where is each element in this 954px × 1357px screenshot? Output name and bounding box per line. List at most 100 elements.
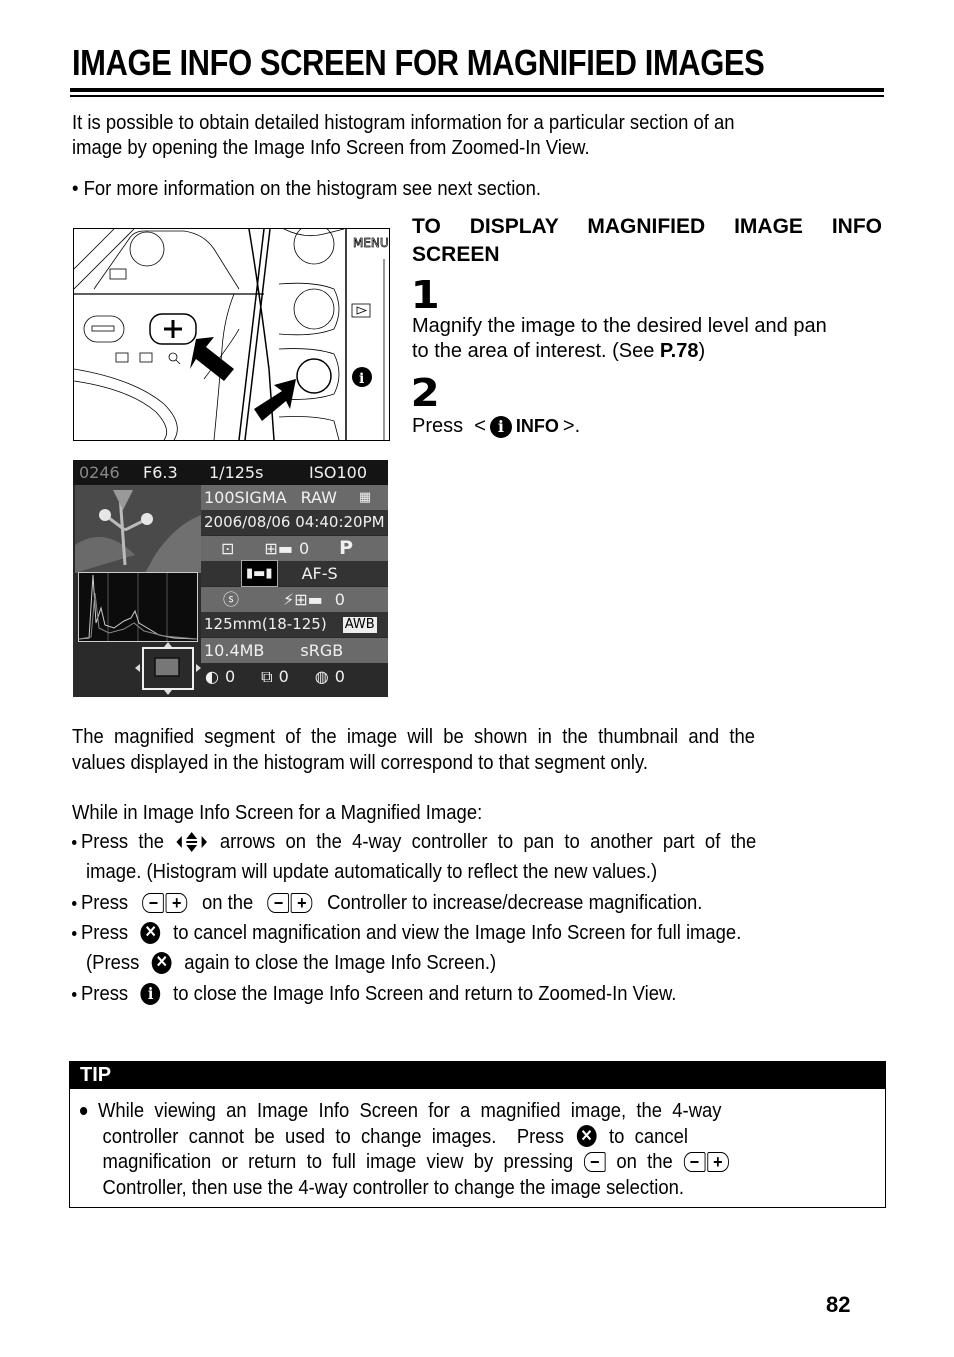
bullet-text: on the [201, 891, 254, 914]
frame-number: 0246 [79, 463, 120, 482]
heading-line: SCREEN [412, 243, 500, 266]
intro-note: • For more information on the histogram … [72, 177, 541, 200]
bullet-text: to cancel magnification and view the Ima… [173, 921, 742, 944]
lcd-row-lens: 125mm(18-125) AWB [201, 612, 388, 637]
histogram [78, 572, 198, 642]
camera-illustration: MENU i [73, 228, 390, 441]
lcd-row-settings: ◐ 0 ⧉ 0 ◍ 0 [201, 664, 388, 689]
step-line: Magnify the image to the desired level a… [412, 315, 827, 337]
minus-button-icon: − [583, 1151, 606, 1172]
file-size: 10.4MB [204, 641, 265, 660]
step-line: to the area of interest. (See P.78) [412, 339, 882, 364]
bullet-icon [72, 930, 77, 936]
exposure-mode: P [339, 537, 354, 559]
sharpness-value: 0 [278, 667, 289, 686]
saturation-value: 0 [334, 667, 345, 686]
step-text: Press < [412, 415, 486, 437]
lcd-row-af: ▮▬▮ AF-S [201, 560, 388, 587]
tip-text: magnification or return to full image vi… [102, 1150, 574, 1173]
magnified-segment-paragraph: The magnified segment of the image will … [72, 724, 882, 776]
bullet-text: image. (Histogram will update automatica… [86, 860, 658, 883]
step-number-2: 2 [410, 371, 440, 415]
tip-line: controller cannot be used to change imag… [80, 1124, 868, 1150]
tip-text: on the [616, 1150, 673, 1173]
tip-text: While viewing an Image Info Screen for a… [98, 1099, 722, 1122]
tip-label: TIP [70, 1062, 885, 1089]
shutter-speed: 1/125s [209, 463, 264, 482]
step-text: >. [562, 415, 581, 437]
bullet-cancel: Press ✕ to cancel magnification and view… [72, 920, 741, 946]
tip-text: controller cannot be used to change imag… [102, 1124, 565, 1148]
exposure-comp-icon: ⊞▬ [264, 539, 293, 558]
color-space: sRGB [300, 641, 344, 660]
lcd-top-bar: 0246 F6.3 1/125s ISO100 [73, 460, 388, 485]
bullet-icon [72, 991, 77, 997]
heading-line: TO DISPLAY MAGNIFIED IMAGE INFO [412, 215, 882, 238]
step-number-1: 1 [410, 273, 440, 317]
para-line: values displayed in the histogram will c… [72, 751, 649, 774]
thumbnail [75, 485, 201, 573]
steps-heading: TO DISPLAY MAGNIFIED IMAGE INFO SCREEN [412, 213, 882, 269]
intro-paragraph: It is possible to obtain detailed histog… [72, 110, 882, 160]
exposure-comp-value: 0 [298, 539, 310, 558]
menu-label: MENU [353, 236, 389, 250]
title-rule-thin [70, 95, 884, 97]
info-icon: i [489, 415, 512, 438]
page-reference-link[interactable]: P.78 [660, 340, 699, 362]
step-text: to the area of interest. (See [412, 340, 660, 362]
minus-plus-buttons-icon: − + [142, 893, 188, 913]
focal-length: 125mm(18-125) [204, 615, 327, 633]
bullet-text: Press [81, 921, 129, 944]
lcd-row-filesize: 10.4MB sRGB [201, 638, 388, 663]
flash-icon: ⓢ [223, 590, 240, 609]
title-rule-thick [70, 88, 884, 92]
contrast-value: 0 [224, 667, 236, 686]
flash-comp-icon: ⚡⊞▬ [283, 590, 323, 609]
tip-line: Controller, then use the 4-way controlle… [102, 1175, 685, 1199]
lcd-row-flash: ⓢ ⚡⊞▬ 0 [201, 587, 388, 612]
file-format: RAW [300, 488, 337, 507]
image-info-lcd: 0246 F6.3 1/125s ISO100 100SIGMA RAW ▦ 2… [73, 460, 388, 697]
bullet-text: Controller to increase/decrease magnific… [327, 891, 703, 914]
bullet-icon [72, 839, 77, 845]
bullet-text: again to close the Image Info Screen.) [184, 951, 497, 974]
bullet-text: Press the [81, 830, 165, 853]
page-number: 82 [826, 1292, 851, 1317]
bullet-icon [72, 900, 77, 906]
bullet-text: (Press [86, 951, 140, 974]
bullet-pan: Press the arrows on the 4-way controller… [72, 829, 756, 855]
info-icon: i [140, 983, 161, 1005]
quality-icon: ▦ [358, 490, 372, 505]
contrast-icon: ◐ [205, 667, 219, 686]
info-button-label: INFO [515, 416, 559, 436]
af-mode: AF-S [301, 564, 338, 583]
tip-box: TIP While viewing an Image Info Screen f… [69, 1061, 886, 1208]
tip-line: While viewing an Image Info Screen for a… [80, 1098, 868, 1124]
lcd-row-datetime: 2006/08/06 04:40:20PM [201, 510, 388, 535]
minus-plus-controller-icon: − + [267, 893, 313, 913]
white-balance: AWB [342, 616, 377, 633]
sharpness-icon: ⧉ [261, 667, 273, 686]
tip-body: While viewing an Image Info Screen for a… [80, 1098, 868, 1200]
cancel-x-icon: ✕ [576, 1125, 597, 1148]
flash-comp-value: 0 [334, 590, 345, 609]
datetime: 2006/08/06 04:40:20PM [204, 513, 385, 531]
bullet-pan-continued: image. (Histogram will update automatica… [86, 859, 657, 885]
para-line: The magnified segment of the image will … [72, 725, 756, 748]
bullet-magnification: Press − + on the − + Controller to increas… [72, 890, 702, 916]
pan-navigator [135, 642, 201, 695]
bullet-icon [80, 1106, 88, 1115]
page-title: IMAGE INFO SCREEN FOR MAGNIFIED IMAGES [72, 42, 765, 83]
while-in-paragraph: While in Image Info Screen for a Magnifi… [72, 801, 483, 824]
af-point-icon: ▮▬▮ [241, 560, 278, 587]
cancel-x-icon: ✕ [151, 952, 172, 974]
step-1-text: Magnify the image to the desired level a… [412, 314, 882, 364]
bullet-text: arrows on the 4-way controller to pan to… [219, 830, 757, 853]
tip-text: to cancel [609, 1124, 688, 1148]
lcd-row-exposure: ⊡ ⊞▬ 0 P [201, 536, 388, 561]
info-icon-glyph: i [359, 371, 364, 387]
iso: ISO100 [309, 463, 368, 482]
step-text: ) [698, 340, 706, 362]
left-right-up-down-arrows-icon [176, 832, 208, 852]
minus-plus-controller-icon: − + [683, 1151, 729, 1172]
